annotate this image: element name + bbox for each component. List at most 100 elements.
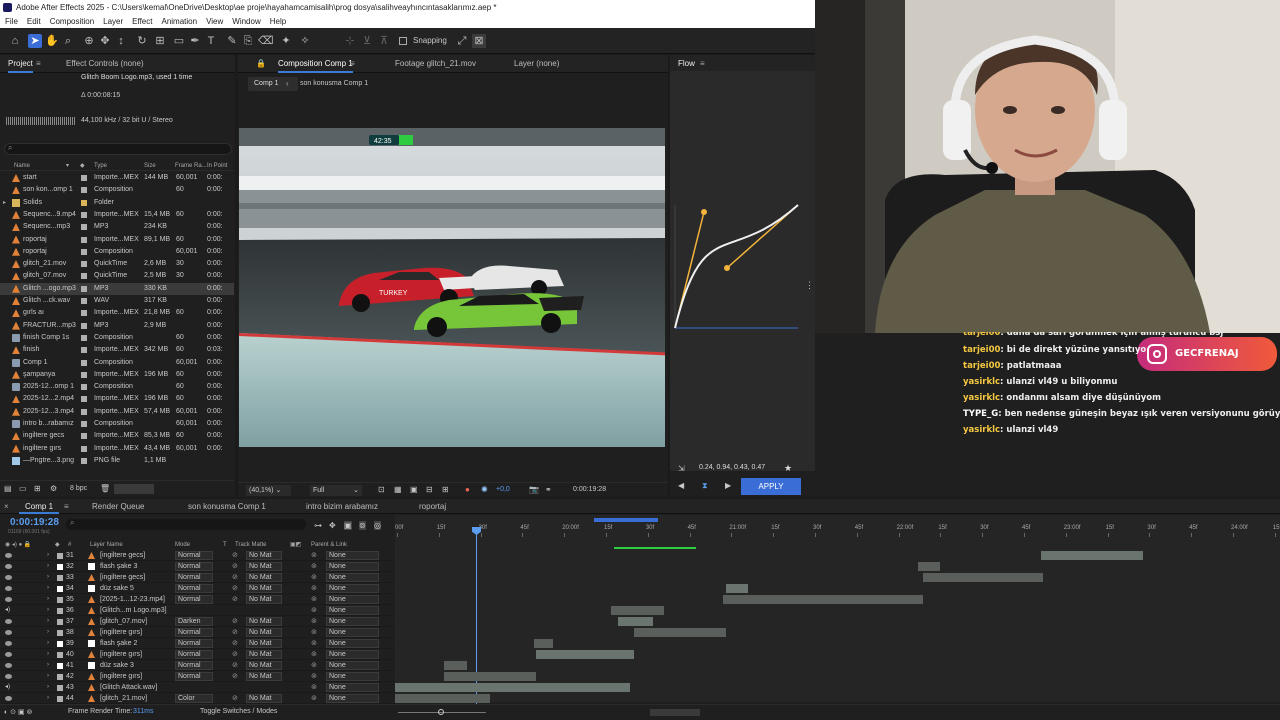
parent-dropdown[interactable]: None	[326, 584, 379, 593]
label-color-swatch[interactable]	[81, 298, 87, 304]
transparency-grid-icon[interactable]: ▦	[394, 485, 402, 494]
expand-layer-icon[interactable]: ›	[47, 616, 49, 627]
project-item[interactable]: ingiltere gırs Importe...MEX 43,4 MB 60,001…	[0, 443, 234, 455]
toggle-switches-modes-button[interactable]: Toggle Switches / Modes	[200, 708, 277, 715]
parent-dropdown[interactable]: None	[326, 617, 379, 626]
column-in-point[interactable]: In Point	[207, 161, 227, 171]
timeline-layer-row[interactable]: › 34 düz sake 5 Normal ⊘ No Mat ⊚ None	[0, 583, 395, 594]
audio-icon[interactable]: ◂)	[5, 682, 15, 693]
layer-label-swatch[interactable]	[57, 608, 63, 614]
blend-mode-dropdown[interactable]: Normal	[175, 672, 213, 681]
menu-view[interactable]: View	[206, 17, 223, 26]
roto-brush-tool-icon[interactable]: ✦	[279, 34, 293, 48]
snapping-checkbox[interactable]	[399, 37, 407, 45]
timeline-current-time[interactable]: 0:00:19:28	[10, 517, 59, 528]
tab-footage[interactable]: Footage glitch_21.mov	[395, 55, 476, 73]
layer-label-swatch[interactable]	[57, 553, 63, 559]
parent-pickwhip-icon[interactable]: ⊚	[311, 583, 317, 594]
new-folder-icon[interactable]: ▭	[19, 484, 27, 493]
project-item[interactable]: Glitch ...ogo.mp3 MP3 330 KB 0:00:	[0, 282, 234, 295]
project-item[interactable]: roportaj Composition 60,001 0:00:	[0, 246, 234, 258]
eraser-tool-icon[interactable]: ⌫	[258, 34, 274, 48]
layer-name[interactable]: flash şake 2	[100, 638, 170, 649]
visibility-eye-icon[interactable]	[5, 663, 12, 668]
blend-mode-dropdown[interactable]: Normal	[175, 595, 213, 604]
view-axis-icon[interactable]: ⊼	[377, 34, 391, 48]
project-item[interactable]: Comp 1 Composition 60,001 0:00:	[0, 357, 234, 369]
breadcrumb-son-konusma[interactable]: son konusma Comp 1	[300, 80, 368, 87]
timeline-layer-row[interactable]: › 44 [glitch_21.mov] Color ⊘ No Mat ⊚ None	[0, 693, 395, 704]
easing-curve-editor[interactable]	[670, 200, 800, 330]
puppet-tool-icon[interactable]: ✧	[298, 34, 312, 48]
timeline-layer-row[interactable]: › 41 düz sake 3 Normal ⊘ No Mat ⊚ None	[0, 660, 395, 671]
layer-label-swatch[interactable]	[57, 685, 63, 691]
parent-pickwhip-icon[interactable]: ⊚	[311, 616, 317, 627]
type-tool-icon[interactable]: T	[204, 34, 218, 48]
expand-layer-icon[interactable]: ›	[47, 671, 49, 682]
matte-link-icon[interactable]: ⊘	[232, 671, 238, 682]
label-color-swatch[interactable]	[81, 457, 87, 464]
layer-duration-bar[interactable]	[611, 606, 664, 615]
layer-duration-bar[interactable]	[726, 584, 748, 593]
visibility-eye-icon[interactable]	[5, 641, 12, 646]
parent-pickwhip-icon[interactable]: ⊚	[311, 682, 317, 693]
blend-mode-dropdown[interactable]: Normal	[175, 562, 213, 571]
project-item[interactable]: 2025-12...2.mp4 Importe...MEX 196 MB 60 0:00…	[0, 393, 234, 405]
tab-son-konusma[interactable]: son konusma Comp 1	[188, 499, 266, 514]
layer-name[interactable]: [ingiltere gırs]	[100, 627, 170, 638]
show-channel-icon[interactable]: ●	[465, 485, 470, 494]
matte-link-icon[interactable]: ⊘	[232, 594, 238, 605]
layer-label-swatch[interactable]	[57, 696, 63, 702]
exposure-value[interactable]: +0,0	[496, 486, 510, 493]
comp-panel-menu-icon[interactable]: ≡	[350, 55, 355, 73]
visibility-eye-icon[interactable]	[5, 696, 12, 701]
blend-mode-dropdown[interactable]: Normal	[175, 573, 213, 582]
layer-name[interactable]: [Glitch...m Logo.mp3]	[100, 605, 170, 616]
menu-edit[interactable]: Edit	[27, 17, 41, 26]
layer-duration-bar[interactable]	[634, 628, 726, 637]
layer-label-swatch[interactable]	[57, 652, 63, 658]
track-matte-dropdown[interactable]: No Mat	[246, 650, 282, 659]
track-matte-dropdown[interactable]: No Mat	[246, 595, 282, 604]
layer-name[interactable]: flash şake 3	[100, 561, 170, 572]
visibility-eye-icon[interactable]	[5, 575, 12, 580]
mask-visibility-icon[interactable]: ▣	[410, 485, 418, 494]
matte-link-icon[interactable]: ⊘	[232, 638, 238, 649]
axis-mode-icon[interactable]: ⊹	[343, 34, 357, 48]
layer-duration-bar[interactable]	[444, 661, 467, 670]
project-item[interactable]: şampanya Importe...MEX 196 MB 60 0:00:	[0, 369, 234, 381]
track-matte-dropdown[interactable]: No Mat	[246, 551, 282, 560]
column-t[interactable]: T	[223, 540, 227, 550]
close-tab-icon[interactable]: ×	[4, 499, 9, 514]
layer-name[interactable]: [ingiltere gırs]	[100, 649, 170, 660]
layer-duration-bar[interactable]	[395, 694, 490, 703]
layer-duration-bar[interactable]	[444, 672, 536, 681]
layer-name[interactable]: [ingiltere gecs]	[100, 550, 170, 561]
flow-prev-icon[interactable]: ◀	[678, 481, 684, 490]
layer-duration-bar[interactable]	[536, 650, 634, 659]
parent-dropdown[interactable]: None	[326, 661, 379, 670]
track-matte-dropdown[interactable]: No Mat	[246, 584, 282, 593]
blend-mode-dropdown[interactable]: Normal	[175, 639, 213, 648]
bezier-handle-1[interactable]	[701, 209, 707, 215]
track-matte-dropdown[interactable]: No Mat	[246, 661, 282, 670]
expand-layer-icon[interactable]: ›	[47, 594, 49, 605]
blend-mode-dropdown[interactable]: Normal	[175, 551, 213, 560]
expand-layer-icon[interactable]: ›	[47, 583, 49, 594]
menu-effect[interactable]: Effect	[132, 17, 152, 26]
snap-options-icon[interactable]: ⤢	[455, 34, 469, 48]
delete-icon[interactable]: 🗑	[100, 484, 110, 493]
flow-bezier-values[interactable]: 0.24, 0.94, 0.43, 0.47	[699, 464, 765, 471]
label-color-swatch[interactable]	[81, 211, 87, 218]
horizontal-scrollbar[interactable]	[650, 709, 700, 716]
label-color-swatch[interactable]	[81, 273, 87, 280]
blend-mode-dropdown[interactable]: Normal	[175, 661, 213, 670]
apply-button[interactable]: APPLY	[741, 478, 801, 495]
project-item[interactable]: ▸ Solids Folder	[0, 197, 234, 209]
project-item[interactable]: ingiltere gecs Importe...MEX 85,3 MB 60 0:00…	[0, 430, 234, 442]
rectangle-tool-icon[interactable]: ▭	[172, 34, 186, 48]
timeline-layer-row[interactable]: › 42 [ingiltere gırs] Normal ⊘ No Mat ⊚ None	[0, 671, 395, 682]
layer-name[interactable]: [glitch_21.mov]	[100, 693, 170, 704]
snapshot-icon[interactable]: 📷	[529, 485, 539, 494]
dolly-tool-icon[interactable]: ↕	[114, 34, 128, 48]
